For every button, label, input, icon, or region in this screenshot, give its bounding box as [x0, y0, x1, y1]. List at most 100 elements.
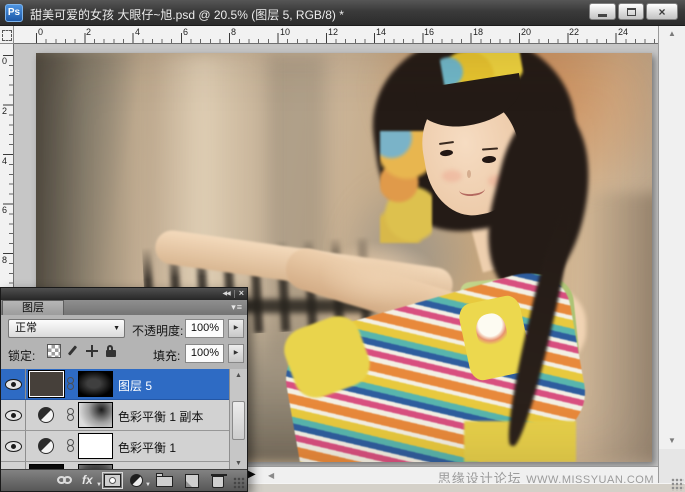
ruler-h-label: 22 [569, 27, 579, 37]
layers-panel-footer: fx ▼ ▼ [1, 469, 247, 491]
minimize-icon [598, 14, 607, 17]
adjustment-caret-icon: ▼ [145, 482, 151, 488]
opacity-input[interactable]: 100% [185, 319, 224, 338]
close-button[interactable]: × [646, 3, 678, 20]
visibility-toggle[interactable] [1, 400, 26, 430]
layer-thumbnail[interactable] [29, 371, 64, 397]
mask-thumbnail[interactable] [78, 433, 113, 459]
photo-striped-dress [279, 261, 592, 462]
photo-green-top [459, 271, 581, 379]
minimize-button[interactable] [589, 3, 616, 20]
blend-mode-select[interactable]: 正常 ▼ [8, 319, 125, 338]
layer-row[interactable]: 色彩平衡 1 [1, 431, 247, 462]
new-layer-icon[interactable] [185, 474, 199, 488]
mask-thumbnail[interactable] [78, 371, 113, 397]
visibility-toggle[interactable] [1, 431, 26, 461]
adjustment-layer-icon[interactable] [38, 438, 54, 454]
adjustment-layer-icon[interactable] [38, 407, 54, 423]
scrollbar-thumb[interactable] [232, 401, 245, 440]
restore-button[interactable] [618, 3, 644, 20]
panel-header-bar[interactable]: ◀◀ × [1, 288, 247, 300]
close-panel-icon[interactable]: × [239, 289, 244, 298]
scroll-down-icon[interactable]: ▼ [230, 460, 247, 467]
photo-yellow-hem [464, 421, 576, 462]
fill-slider-button[interactable]: ▶ [228, 344, 244, 363]
layers-panel: ◀◀ × 图层 ▾≡ 正常 ▼ 不透明度: 100% ▶ 锁定: 填充: 100… [0, 287, 248, 492]
photo-girl-hair [362, 53, 589, 242]
photo-girl-smile [459, 182, 486, 197]
scroll-up-icon[interactable]: ▲ [659, 29, 685, 38]
ruler-h-label: 20 [521, 27, 531, 37]
lock-position-icon[interactable] [85, 344, 99, 358]
lock-all-icon[interactable] [104, 344, 118, 358]
layer-name[interactable]: 色彩平衡 1 副本 [118, 408, 203, 425]
ruler-origin-box[interactable] [0, 26, 14, 44]
scroll-up-icon[interactable]: ▲ [230, 372, 247, 379]
photo-girl-eye-right [482, 156, 496, 164]
ruler-h-label: 12 [328, 27, 338, 37]
ruler-v-label: 0 [2, 56, 7, 66]
ruler-h-label: 10 [280, 27, 290, 37]
layer-style-icon[interactable]: fx [82, 473, 93, 487]
photo-bg-right-wall [579, 193, 652, 462]
layer-row[interactable]: 色彩平衡 1 副本 [1, 400, 247, 431]
ruler-v-label: 6 [2, 205, 7, 215]
mask-link-icon [66, 439, 75, 453]
scroll-down-icon[interactable]: ▼ [659, 436, 685, 445]
photo-girl-ponytail [473, 101, 607, 303]
photo-hair-flowers [380, 131, 432, 243]
lock-pixels-icon[interactable] [66, 344, 80, 358]
panel-tab-bar: 图层 ▾≡ [1, 300, 247, 315]
lock-transparency-icon[interactable] [47, 344, 61, 358]
photoshop-document-window: { "window": { "ps_logo": "Ps", "title": … [0, 0, 685, 492]
photo-girl-brow-left [439, 141, 454, 145]
ruler-h-label: 0 [38, 27, 43, 37]
collapse-panel-icon[interactable]: ◀◀ [223, 290, 230, 297]
photo-bg-gray-blur [334, 171, 486, 343]
photo-girl-blush-right [488, 175, 508, 187]
restore-icon [627, 8, 636, 16]
photo-girl-blush-left [442, 170, 462, 182]
delete-layer-icon[interactable] [212, 476, 224, 488]
new-group-icon[interactable] [156, 476, 173, 487]
window-controls: × [589, 3, 678, 20]
add-layer-mask-button[interactable] [102, 472, 123, 489]
panel-resize-grip[interactable] [233, 477, 245, 489]
layer-list-scrollbar[interactable]: ▲ ▼ [229, 369, 247, 471]
fill-input[interactable]: 100% [185, 344, 224, 363]
photo-girl-nose [467, 170, 471, 178]
ruler-h-label: 24 [618, 27, 628, 37]
layer-mask-icon [104, 474, 121, 487]
panel-menu-icon[interactable]: ▾≡ [231, 302, 243, 313]
photo-girl-hands [322, 243, 434, 305]
link-layers-icon[interactable] [57, 476, 77, 486]
tab-layers[interactable]: 图层 [2, 300, 64, 315]
vertical-scrollbar[interactable]: ▲ ▼ [658, 26, 685, 449]
layer-name[interactable]: 图层 5 [118, 377, 152, 394]
photo-bg-column [264, 53, 326, 363]
layer-row-selected[interactable]: 图层 5 [1, 369, 247, 400]
mask-thumbnail[interactable] [78, 402, 113, 428]
layer-name[interactable]: 色彩平衡 1 [118, 439, 176, 456]
photo-yellow-bib [457, 293, 534, 382]
new-adjustment-layer-icon[interactable] [130, 474, 143, 487]
horizontal-ruler: 0 2 4 6 8 10 12 14 16 18 20 22 24 [14, 26, 658, 44]
visibility-toggle[interactable] [1, 369, 26, 399]
ruler-h-label: 16 [424, 27, 434, 37]
opacity-slider-button[interactable]: ▶ [228, 319, 244, 338]
lock-buttons [47, 344, 118, 358]
photo-girl-shoulder [464, 281, 586, 373]
fill-label: 填充: [153, 347, 180, 364]
photo-girl-face [414, 86, 530, 223]
header-divider [234, 290, 235, 298]
photo-girl-neck [466, 201, 517, 272]
status-menu-icon[interactable]: ▶ [248, 469, 256, 480]
photo-girl-bangs [414, 73, 526, 133]
window-resize-grip[interactable] [671, 478, 684, 491]
mask-link-icon [66, 408, 75, 422]
photo-girl-eye-left [440, 149, 454, 156]
opacity-label: 不透明度: [132, 322, 183, 339]
ruler-h-label: 2 [86, 27, 91, 37]
document-title: 甜美可爱的女孩 大眼仔~旭.psd @ 20.5% (图层 5, RGB/8) … [30, 6, 344, 23]
scroll-left-icon[interactable]: ◀ [268, 471, 274, 480]
